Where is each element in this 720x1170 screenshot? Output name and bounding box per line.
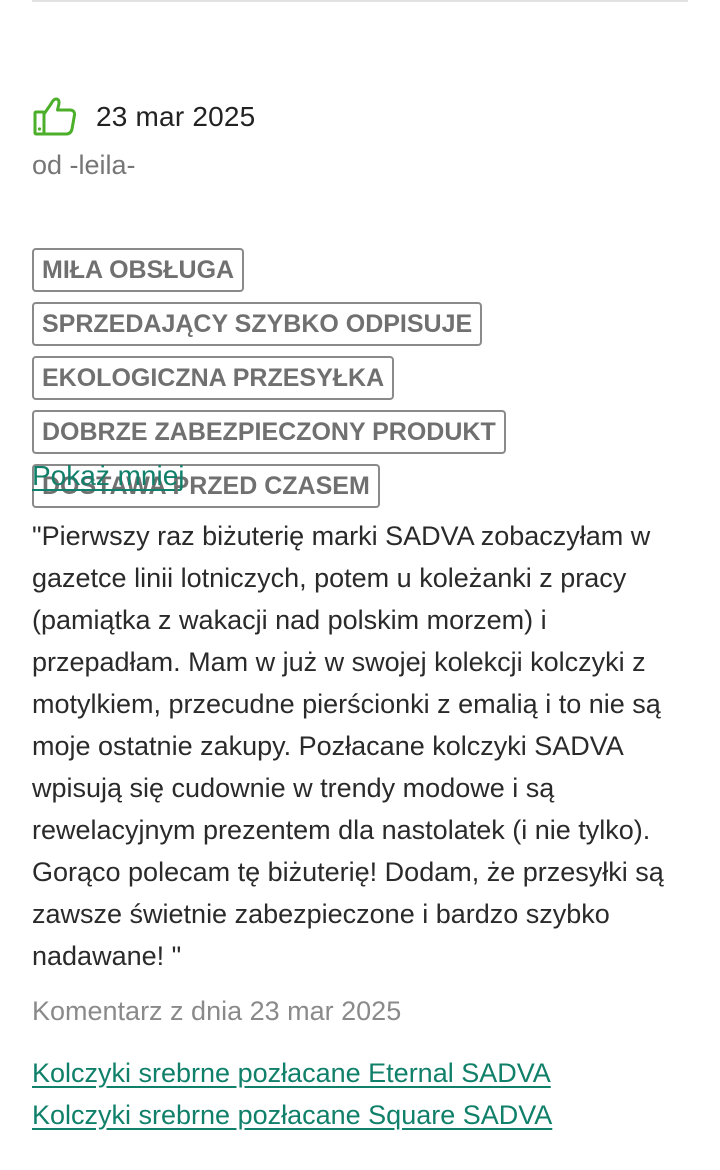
tag-badge: DOBRZE ZABEZPIECZONY PRODUKT xyxy=(32,410,506,454)
tag-badge: SPRZEDAJĄCY SZYBKO ODPISUJE xyxy=(32,302,483,346)
product-link[interactable]: Kolczyki srebrne pozłacane Square SADVA xyxy=(32,1094,552,1136)
review-text: "Pierwszy raz biżuterię marki SADVA zoba… xyxy=(32,521,664,971)
show-less-link[interactable]: Pokaż mniej xyxy=(32,460,185,492)
review-date: 23 mar 2025 xyxy=(96,101,256,132)
product-links: Kolczyki srebrne pozłacane Eternal SADVA… xyxy=(32,1052,552,1136)
review-author: od -leila- xyxy=(32,150,136,180)
product-link[interactable]: Kolczyki srebrne pozłacane Eternal SADVA xyxy=(32,1052,552,1094)
review-header: 23 mar 2025 xyxy=(32,96,255,138)
thumbs-up-icon xyxy=(32,96,78,138)
comment-date: Komentarz z dnia 23 mar 2025 xyxy=(32,996,402,1026)
tag-badge: EKOLOGICZNA PRZESYŁKA xyxy=(32,356,395,400)
tag-badge: MIŁA OBSŁUGA xyxy=(32,248,245,292)
top-divider xyxy=(32,0,688,2)
